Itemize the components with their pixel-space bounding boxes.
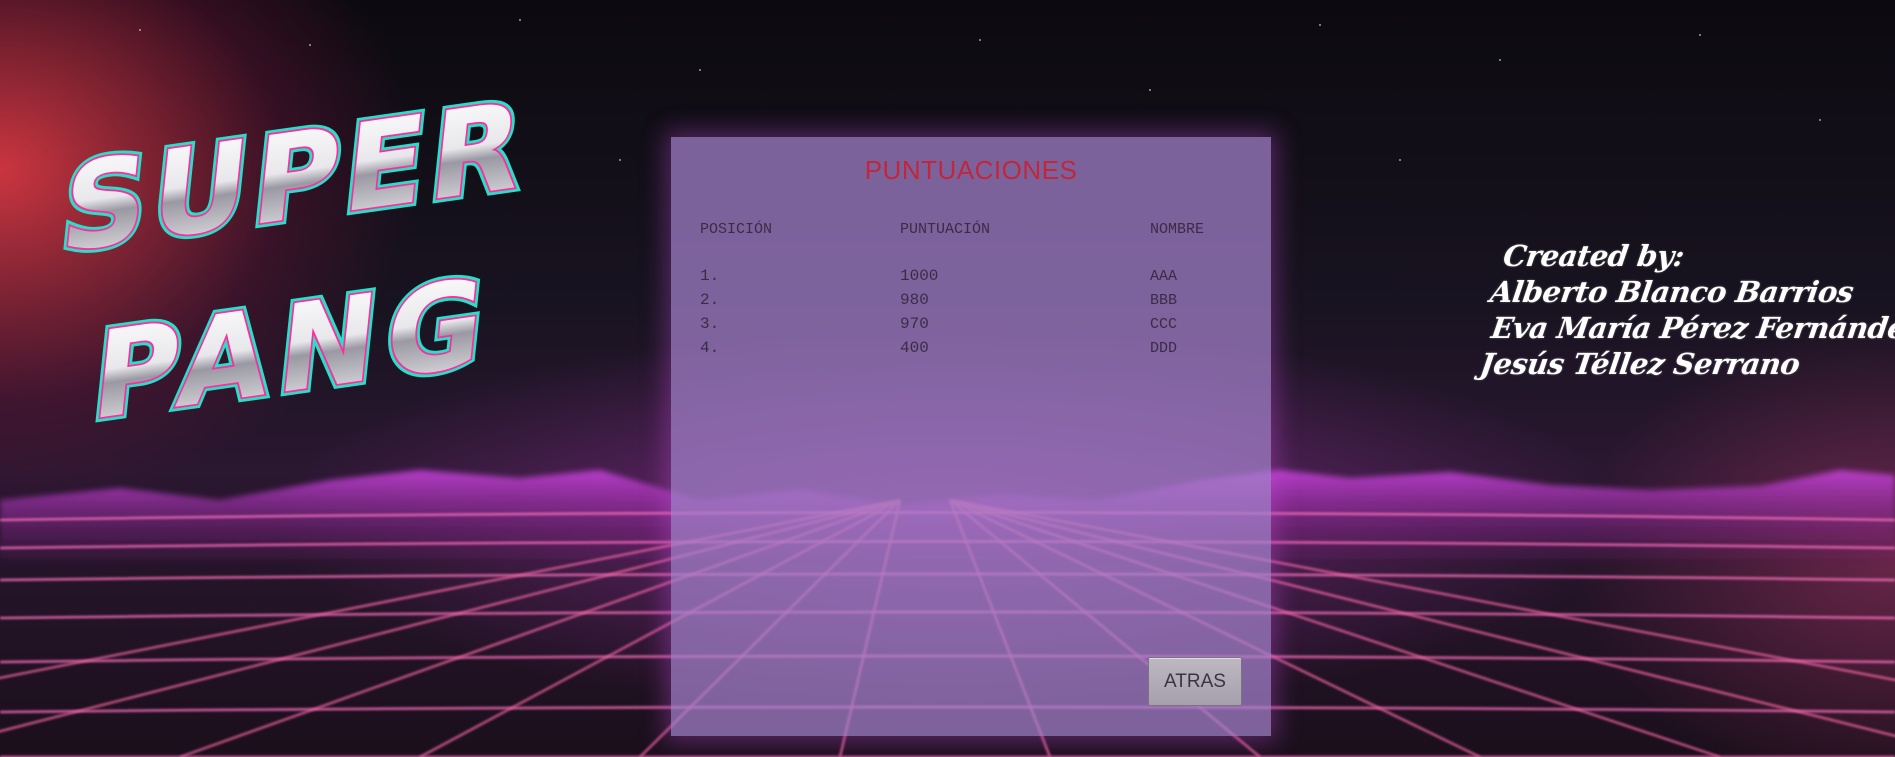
score-value: 400	[900, 339, 929, 357]
logo-line-super-inner: SUPER	[55, 75, 534, 281]
score-name: DDD	[1150, 340, 1178, 357]
column-header-name: NOMBRE	[1150, 221, 1205, 238]
score-name: CCC	[1150, 316, 1178, 333]
credits-author: Jesús Téllez Serrano	[1478, 347, 1802, 381]
game-logo: SUPER SUPER PANG PANG	[51, 71, 539, 445]
score-value: 980	[900, 291, 929, 309]
back-button[interactable]: ATRAS	[1148, 657, 1242, 706]
score-position: 1.	[700, 267, 720, 285]
credits-author: Eva María Pérez Fernández	[1489, 311, 1895, 345]
logo-line-pang-inner: PANG	[87, 252, 500, 445]
credits: Created by: Alberto Blanco Barrios Eva M…	[1478, 238, 1895, 382]
scores-panel: PUNTUACIONES POSICIÓN PUNTUACIÓN NOMBRE …	[671, 137, 1271, 736]
column-header-position: POSICIÓN	[700, 221, 773, 238]
column-header-score: PUNTUACIÓN	[900, 221, 991, 238]
score-position: 2.	[700, 291, 720, 309]
score-value: 1000	[900, 267, 939, 285]
credits-heading: Created by:	[1501, 239, 1687, 273]
score-name: AAA	[1150, 268, 1178, 285]
score-value: 970	[900, 315, 929, 333]
score-position: 4.	[700, 339, 720, 357]
credits-author: Alberto Blanco Barrios	[1488, 275, 1856, 309]
score-position: 3.	[700, 315, 720, 333]
panel-title: PUNTUACIONES	[864, 155, 1078, 185]
score-name: BBB	[1150, 292, 1178, 309]
